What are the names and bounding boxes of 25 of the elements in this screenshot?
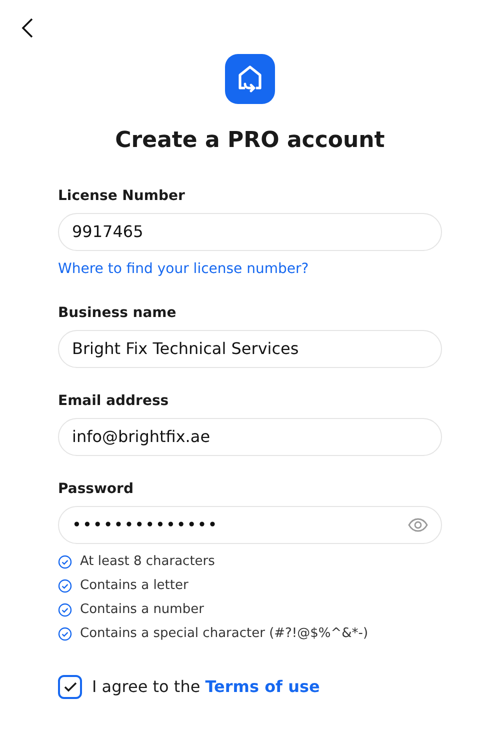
password-rule: Contains a letter: [80, 577, 188, 596]
field-value: 9917465: [72, 221, 144, 243]
field-label: Password: [58, 480, 134, 498]
field-label: License Number: [58, 187, 186, 205]
field-label: Business name: [58, 304, 178, 322]
page-title: Create a PRO account: [114, 127, 386, 155]
password-rule: At least 8 characters: [80, 553, 215, 572]
back-icon[interactable]: [20, 18, 34, 38]
terms-link[interactable]: Terms of use: [205, 677, 320, 696]
help-link[interactable]: Where to find your license number?: [58, 259, 442, 280]
input-field[interactable]: Bright Fix Technical Services: [58, 330, 442, 368]
password-rule: Contains a special character (#?!@$%^&*-): [80, 625, 368, 644]
field-label: Email address: [58, 392, 170, 410]
password-field[interactable]: ••••••••••••••: [58, 506, 442, 544]
check-icon: [64, 682, 76, 692]
eye-icon[interactable]: [408, 518, 428, 532]
input-field[interactable]: 9917465: [58, 213, 442, 251]
password-rule: Contains a number: [80, 601, 204, 620]
field-value: info@brightfix.ae: [72, 426, 212, 448]
input-field[interactable]: info@brightfix.ae: [58, 418, 442, 456]
agree-checkbox[interactable]: [58, 675, 82, 699]
field-value: ••••••••••••••: [72, 514, 220, 536]
field-value: Bright Fix Technical Services: [72, 338, 300, 360]
agree-text: I agree to the Terms of use: [92, 676, 320, 698]
house-logo-icon: [225, 54, 275, 104]
